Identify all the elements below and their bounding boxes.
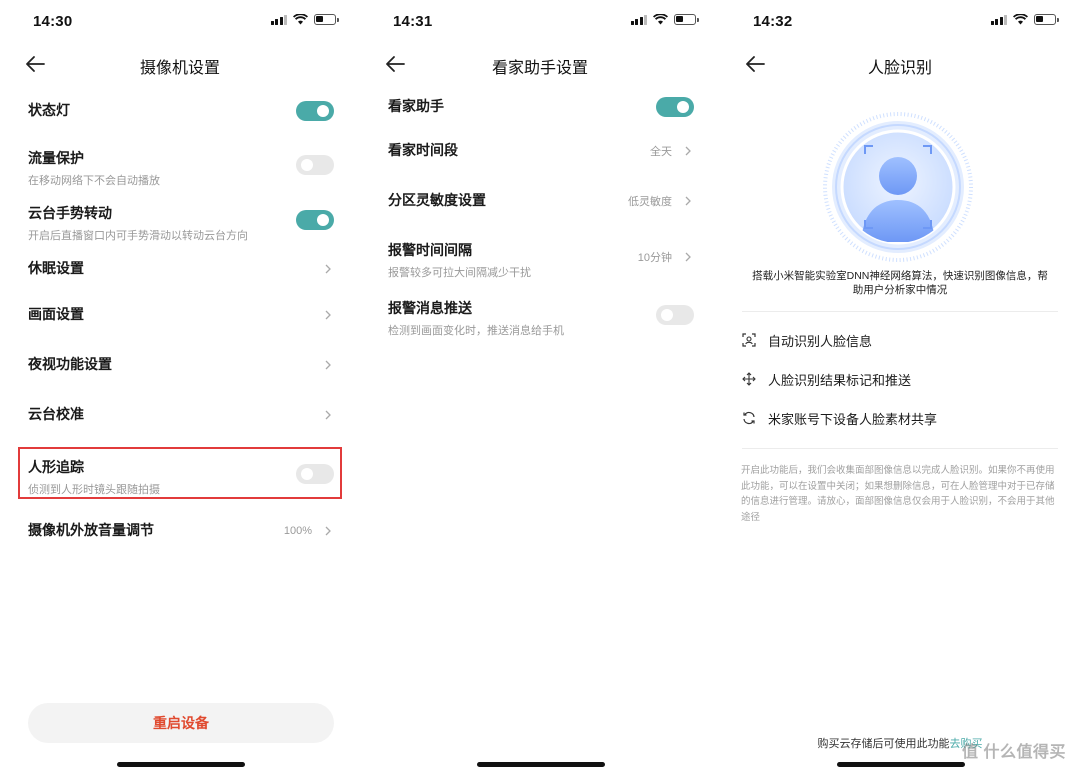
move-arrows-icon bbox=[742, 372, 756, 386]
restart-device-button[interactable]: 重启设备 bbox=[28, 703, 334, 743]
feature-label: 米家账号下设备人脸素材共享 bbox=[768, 411, 938, 427]
chevron-right-icon bbox=[685, 196, 691, 206]
setting-value: 100% bbox=[283, 525, 312, 537]
chevron-right-icon bbox=[685, 252, 691, 262]
setting-label: 画面设置 bbox=[28, 306, 84, 322]
setting-label: 休眠设置 bbox=[28, 260, 84, 276]
feature-item: 自动识别人脸信息 bbox=[742, 330, 1058, 350]
setting-value: 10分钟 bbox=[637, 252, 672, 264]
setting-description: 侦测到人形时镜头跟随拍摄 bbox=[28, 484, 160, 496]
setting-row-alarm-push: 报警消息推送 检测到画面变化时，推送消息给手机 bbox=[388, 298, 694, 337]
setting-description: 开启后直播窗口内可手势滑动以转动云台方向 bbox=[28, 230, 248, 242]
page-title: 看家助手设置 bbox=[491, 60, 588, 77]
promo-text: 购买云存储后可使用此功能 bbox=[817, 738, 950, 750]
status-bar: 14:32 bbox=[720, 0, 1080, 44]
chevron-right-icon bbox=[325, 264, 331, 274]
chevron-right-icon bbox=[325, 360, 331, 370]
setting-row-guard-period[interactable]: 看家时间段 全天 bbox=[388, 140, 694, 162]
face-scan-icon bbox=[742, 333, 756, 347]
chevron-right-icon bbox=[685, 146, 691, 156]
wifi-icon bbox=[653, 14, 668, 25]
nav-bar: 看家助手设置 bbox=[360, 44, 720, 84]
status-light-toggle[interactable] bbox=[296, 101, 334, 121]
setting-row-sleep[interactable]: 休眠设置 bbox=[28, 258, 334, 280]
setting-row-human-tracking: 人形追踪 侦测到人形时镜头跟随拍摄 bbox=[28, 457, 334, 496]
cellular-signal-icon bbox=[990, 14, 1007, 25]
status-time: 14:31 bbox=[393, 13, 433, 30]
status-bar: 14:30 bbox=[0, 0, 360, 44]
feature-item: 人脸识别结果标记和推送 bbox=[742, 369, 1058, 389]
setting-description: 在移动网络下不会自动播放 bbox=[28, 175, 160, 187]
divider bbox=[742, 448, 1058, 449]
battery-icon bbox=[674, 14, 699, 25]
cellular-signal-icon bbox=[630, 14, 647, 25]
setting-row-speaker-volume[interactable]: 摄像机外放音量调节 100% bbox=[28, 520, 334, 542]
human-tracking-toggle[interactable] bbox=[296, 464, 334, 484]
traffic-protection-toggle[interactable] bbox=[296, 155, 334, 175]
setting-label: 看家时间段 bbox=[388, 142, 458, 158]
cellular-signal-icon bbox=[270, 14, 287, 25]
wifi-icon bbox=[293, 14, 308, 25]
home-indicator bbox=[477, 762, 605, 767]
setting-label: 夜视功能设置 bbox=[28, 356, 112, 372]
setting-label: 人形追踪 bbox=[28, 459, 84, 475]
setting-row-home-assistant: 看家助手 bbox=[388, 96, 694, 118]
feature-label: 自动识别人脸信息 bbox=[768, 333, 873, 349]
feature-item: 米家账号下设备人脸素材共享 bbox=[742, 408, 1058, 428]
site-watermark: 值 什么值得买 bbox=[962, 744, 1066, 761]
battery-icon bbox=[314, 14, 339, 25]
setting-row-gimbal-gesture: 云台手势转动 开启后直播窗口内可手势滑动以转动云台方向 bbox=[28, 203, 334, 242]
feature-label: 人脸识别结果标记和推送 bbox=[768, 372, 912, 388]
setting-row-status-light: 状态灯 bbox=[28, 100, 334, 122]
chevron-right-icon bbox=[325, 310, 331, 320]
status-time: 14:30 bbox=[33, 13, 73, 30]
sync-icon bbox=[743, 411, 755, 425]
setting-row-traffic-protection: 流量保护 在移动网络下不会自动播放 bbox=[28, 148, 334, 187]
setting-row-night-vision[interactable]: 夜视功能设置 bbox=[28, 354, 334, 376]
setting-row-gimbal-calibration[interactable]: 云台校准 bbox=[28, 404, 334, 426]
home-assistant-toggle[interactable] bbox=[656, 97, 694, 117]
chevron-right-icon bbox=[325, 410, 331, 420]
setting-label: 流量保护 bbox=[28, 150, 84, 166]
home-indicator bbox=[837, 762, 965, 767]
face-recognition-screen: 14:32 人脸识别 搭载小米智能实验室DNN神经网络算法，快速识别图像信息，帮… bbox=[720, 0, 1080, 777]
setting-label: 状态灯 bbox=[28, 102, 70, 118]
setting-label: 云台校准 bbox=[28, 406, 84, 422]
wifi-icon bbox=[1013, 14, 1028, 25]
setting-row-picture[interactable]: 画面设置 bbox=[28, 304, 334, 326]
status-bar: 14:31 bbox=[360, 0, 720, 44]
alarm-push-toggle[interactable] bbox=[656, 305, 694, 325]
setting-label: 云台手势转动 bbox=[28, 205, 112, 221]
nav-bar: 人脸识别 bbox=[720, 44, 1080, 84]
setting-description: 检测到画面变化时，推送消息给手机 bbox=[388, 325, 564, 337]
setting-description: 报警较多可拉大间隔减少干扰 bbox=[388, 267, 531, 279]
setting-label: 报警消息推送 bbox=[388, 300, 472, 316]
setting-value: 低灵敏度 bbox=[628, 196, 672, 208]
page-title: 人脸识别 bbox=[867, 60, 932, 77]
battery-icon bbox=[1034, 14, 1059, 25]
setting-row-alarm-interval[interactable]: 报警时间间隔 报警较多可拉大间隔减少干扰 10分钟 bbox=[388, 240, 694, 279]
status-time: 14:32 bbox=[753, 13, 793, 30]
setting-row-zone-sensitivity[interactable]: 分区灵敏度设置 低灵敏度 bbox=[388, 190, 694, 212]
page-title: 摄像机设置 bbox=[139, 60, 220, 77]
face-recognition-description: 搭载小米智能实验室DNN神经网络算法，快速识别图像信息，帮助用户分析家中情况 bbox=[752, 270, 1048, 296]
chevron-right-icon bbox=[325, 526, 331, 536]
camera-settings-screen: 14:30 摄像机设置 状态灯 流量保护 在移动网络下不会自动播放 云台手势转动… bbox=[0, 0, 360, 777]
setting-label: 看家助手 bbox=[388, 98, 444, 114]
divider bbox=[742, 311, 1058, 312]
setting-value: 全天 bbox=[650, 146, 672, 158]
face-scan-illustration bbox=[823, 112, 973, 262]
gimbal-gesture-toggle[interactable] bbox=[296, 210, 334, 230]
home-assistant-settings-screen: 14:31 看家助手设置 看家助手 看家时间段 全天 分区灵敏度设置 低灵敏度 … bbox=[360, 0, 720, 777]
privacy-notice: 开启此功能后，我们会收集面部图像信息以完成人脸识别。如果你不再使用此功能，可以在… bbox=[741, 465, 1055, 523]
nav-bar: 摄像机设置 bbox=[0, 44, 360, 84]
home-indicator bbox=[117, 762, 245, 767]
